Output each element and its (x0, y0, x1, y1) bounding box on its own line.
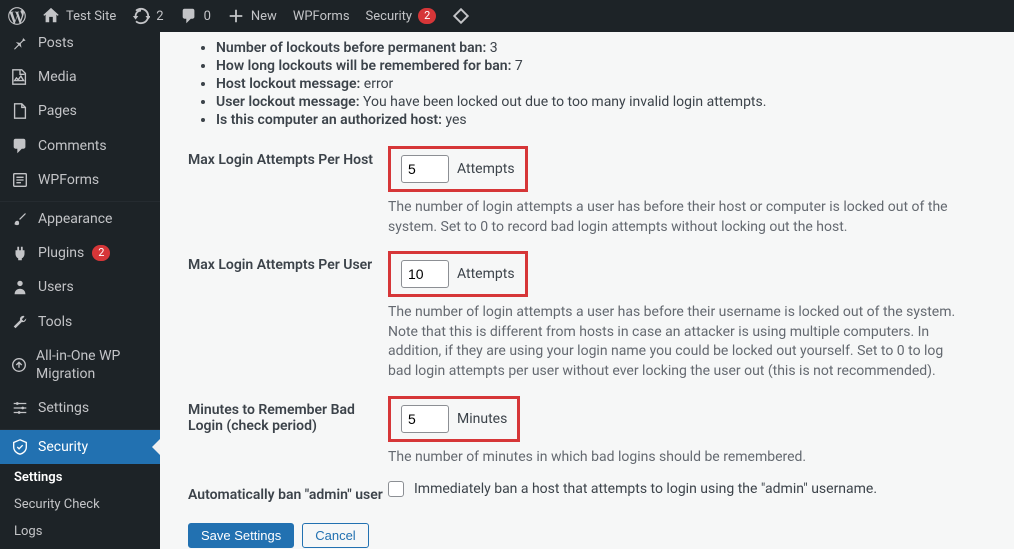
sidebar-item-label: Posts (38, 34, 74, 52)
field-auto-ban: Automatically ban "admin" user Immediate… (188, 481, 994, 503)
main-content: Number of lockouts before permanent ban:… (160, 32, 1014, 549)
media-icon (10, 68, 30, 86)
sidebar-item-label: Settings (38, 399, 89, 417)
sidebar-item-label: Users (38, 278, 74, 296)
unit-label: Attempts (457, 266, 515, 282)
field-minutes: Minutes to Remember Bad Login (check per… (188, 396, 994, 468)
max-user-input[interactable] (401, 260, 449, 288)
sidebar-item-label: All-in-One WP Migration (36, 347, 150, 383)
sidebar-item-label: Plugins (38, 244, 84, 262)
admin-sidebar: Posts Media Pages Comments WPForms Appea… (0, 32, 160, 549)
comment-icon (180, 7, 198, 25)
field-max-host: Max Login Attempts Per Host Attempts The… (188, 146, 994, 237)
field-max-user: Max Login Attempts Per User Attempts The… (188, 251, 994, 381)
diamond-icon (452, 7, 470, 25)
checkbox-label: Immediately ban a host that attempts to … (414, 481, 877, 497)
plus-icon (227, 7, 245, 25)
security-topbar[interactable]: Security 2 (358, 0, 445, 32)
sidebar-item-label: Media (38, 68, 77, 86)
security-topbar-label: Security (366, 9, 413, 24)
cancel-button[interactable]: Cancel (302, 523, 368, 548)
extra-topbar-icon[interactable] (444, 0, 478, 32)
wp-logo[interactable] (0, 0, 34, 32)
admin-bar: Test Site 2 0 New WPForms Security 2 (0, 0, 1014, 32)
sidebar-item-plugins[interactable]: Plugins 2 (0, 236, 160, 270)
button-row: Save Settings Cancel (188, 523, 994, 548)
field-description: The number of minutes in which bad login… (388, 448, 968, 468)
highlight-box: Attempts (388, 251, 528, 297)
sidebar-item-pages[interactable]: Pages (0, 94, 160, 128)
sidebar-item-appearance[interactable]: Appearance (0, 202, 160, 236)
sidebar-item-label: Security (38, 438, 88, 456)
summary-item: How long lockouts will be remembered for… (216, 58, 994, 74)
auto-ban-checkbox[interactable] (388, 481, 404, 497)
comments-item[interactable]: 0 (172, 0, 219, 32)
field-description: The number of login attempts a user has … (388, 198, 968, 237)
submenu-security-check[interactable]: Security Check (0, 491, 160, 518)
updates-item[interactable]: 2 (124, 0, 171, 32)
migrate-icon (10, 356, 28, 374)
security-topbar-badge: 2 (418, 8, 436, 24)
new-label: New (251, 9, 277, 24)
sidebar-item-security[interactable]: Security (0, 430, 160, 464)
minutes-input[interactable] (401, 405, 449, 433)
site-name[interactable]: Test Site (34, 0, 124, 32)
sidebar-item-label: Tools (38, 313, 72, 331)
comments-count: 0 (204, 9, 211, 24)
wpforms-topbar[interactable]: WPForms (285, 0, 358, 32)
max-host-input[interactable] (401, 155, 449, 183)
updates-count: 2 (156, 9, 163, 24)
sidebar-item-media[interactable]: Media (0, 60, 160, 94)
sidebar-item-label: Appearance (38, 210, 112, 228)
wordpress-icon (8, 7, 26, 25)
sidebar-item-label: Pages (38, 102, 77, 120)
site-name-label: Test Site (66, 9, 116, 24)
wpforms-label: WPForms (293, 9, 350, 24)
field-label: Automatically ban "admin" user (188, 481, 388, 503)
shield-icon (10, 438, 30, 456)
summary-item: Number of lockouts before permanent ban:… (216, 40, 994, 56)
comments-icon (10, 137, 30, 155)
field-label: Max Login Attempts Per User (188, 251, 388, 381)
summary-item: User lockout message: You have been lock… (216, 94, 994, 110)
highlight-box: Minutes (388, 396, 520, 442)
brush-icon (10, 210, 30, 228)
update-icon (132, 7, 150, 25)
security-submenu: Settings Security Check Logs Go Pro (0, 464, 160, 549)
sidebar-item-tools[interactable]: Tools (0, 305, 160, 339)
settings-summary-list: Number of lockouts before permanent ban:… (216, 40, 994, 128)
sidebar-item-label: Comments (38, 137, 107, 155)
summary-item: Host lockout message: error (216, 76, 994, 92)
field-label: Minutes to Remember Bad Login (check per… (188, 396, 388, 468)
home-icon (42, 7, 60, 25)
user-icon (10, 278, 30, 296)
submenu-logs[interactable]: Logs (0, 518, 160, 545)
sidebar-item-label: WPForms (38, 171, 99, 189)
sidebar-item-settings[interactable]: Settings (0, 391, 160, 425)
unit-label: Attempts (457, 161, 515, 177)
submenu-go-pro[interactable]: Go Pro (0, 545, 160, 549)
sidebar-item-posts[interactable]: Posts (0, 32, 160, 60)
unit-label: Minutes (457, 411, 507, 427)
sidebar-item-wpforms[interactable]: WPForms (0, 163, 160, 197)
sidebar-item-users[interactable]: Users (0, 270, 160, 304)
wrench-icon (10, 313, 30, 331)
form-icon (10, 171, 30, 189)
save-button[interactable]: Save Settings (188, 523, 294, 548)
page-icon (10, 102, 30, 120)
summary-item: Is this computer an authorized host: yes (216, 112, 994, 128)
pin-icon (10, 34, 30, 52)
new-content[interactable]: New (219, 0, 285, 32)
field-label: Max Login Attempts Per Host (188, 146, 388, 237)
plugins-badge: 2 (92, 245, 110, 261)
submenu-settings[interactable]: Settings (0, 464, 160, 491)
field-description: The number of login attempts a user has … (388, 303, 968, 381)
sidebar-item-migration[interactable]: All-in-One WP Migration (0, 339, 160, 391)
plugin-icon (10, 244, 30, 262)
highlight-box: Attempts (388, 146, 528, 192)
sliders-icon (10, 399, 30, 417)
sidebar-item-comments[interactable]: Comments (0, 129, 160, 163)
auto-ban-checkbox-line[interactable]: Immediately ban a host that attempts to … (388, 481, 994, 497)
